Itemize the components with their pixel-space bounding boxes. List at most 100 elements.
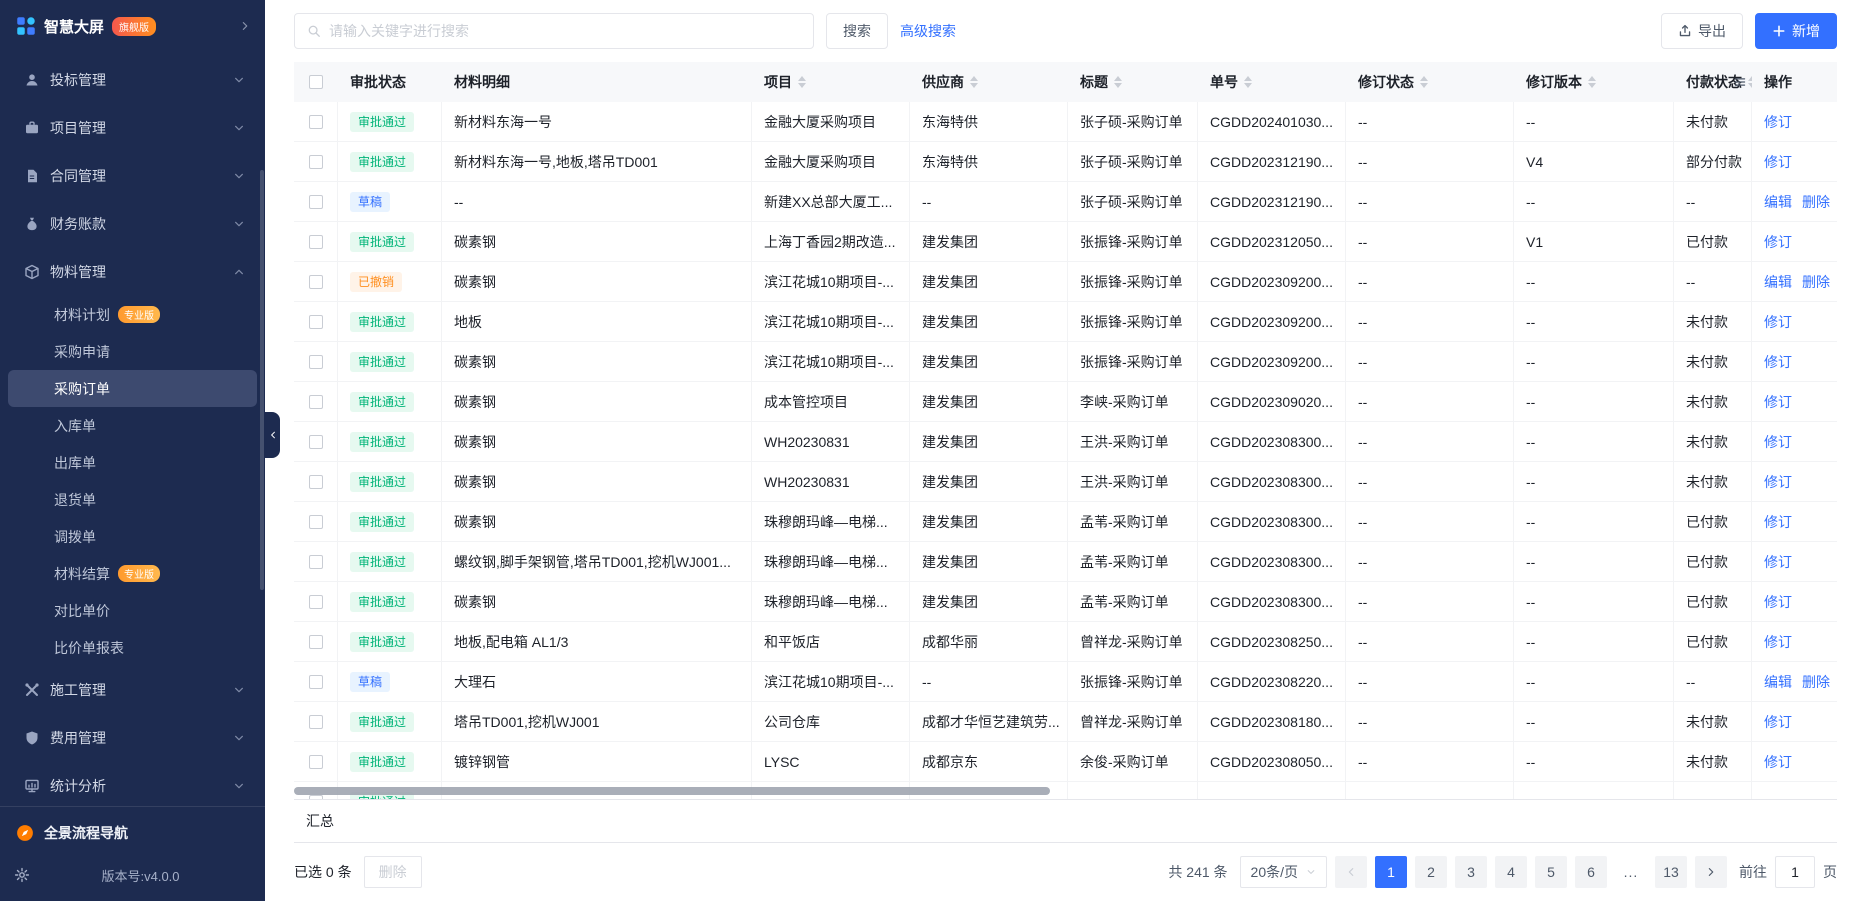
search-input[interactable]: [329, 23, 801, 39]
column-header-supplier[interactable]: 供应商: [910, 62, 1068, 102]
page-button-13[interactable]: 13: [1655, 856, 1687, 888]
action-revise[interactable]: 修订: [1764, 232, 1792, 252]
sort-icons[interactable]: [970, 76, 978, 88]
column-header-project[interactable]: 项目: [752, 62, 910, 102]
column-header-material[interactable]: 材料明细: [442, 62, 752, 102]
sidebar-subitem-入库单[interactable]: 入库单: [8, 407, 257, 444]
action-revise[interactable]: 修订: [1764, 632, 1792, 652]
page-ellipsis[interactable]: ...: [1615, 856, 1647, 888]
sidebar-subitem-退货单[interactable]: 退货单: [8, 481, 257, 518]
column-header-title[interactable]: 标题: [1068, 62, 1198, 102]
sidebar-subitem-材料计划[interactable]: 材料计划 专业版: [8, 296, 257, 333]
action-revise[interactable]: 修订: [1764, 432, 1792, 452]
sidebar-item-bid[interactable]: 投标管理: [8, 56, 257, 104]
column-header-revstat[interactable]: 修订状态: [1346, 62, 1514, 102]
action-revise[interactable]: 修订: [1764, 312, 1792, 332]
action-revise[interactable]: 修订: [1764, 352, 1792, 372]
row-checkbox[interactable]: [309, 675, 323, 689]
sort-icons[interactable]: [1114, 76, 1122, 88]
column-header-status[interactable]: 审批状态: [338, 62, 442, 102]
row-checkbox[interactable]: [309, 715, 323, 729]
row-checkbox[interactable]: [309, 115, 323, 129]
column-header-revver[interactable]: 修订版本: [1514, 62, 1674, 102]
sort-icons[interactable]: [1588, 76, 1596, 88]
row-checkbox[interactable]: [309, 515, 323, 529]
sidebar-item-stats[interactable]: 统计分析: [8, 762, 257, 806]
page-button-5[interactable]: 5: [1535, 856, 1567, 888]
delete-button[interactable]: 删除: [364, 856, 422, 888]
column-header-order[interactable]: 单号: [1198, 62, 1346, 102]
page-button-6[interactable]: 6: [1575, 856, 1607, 888]
goto-page-input[interactable]: [1775, 856, 1815, 888]
action-edit[interactable]: 编辑: [1764, 192, 1792, 212]
page-button-2[interactable]: 2: [1415, 856, 1447, 888]
action-revise[interactable]: 修订: [1764, 112, 1792, 132]
row-checkbox[interactable]: [309, 235, 323, 249]
sidebar-subitem-比价单报表[interactable]: 比价单报表: [8, 629, 257, 666]
action-delete[interactable]: 删除: [1802, 192, 1830, 212]
sidebar-subitem-材料结算[interactable]: 材料结算 专业版: [8, 555, 257, 592]
row-checkbox[interactable]: [309, 475, 323, 489]
page-size-select[interactable]: 20条/页: [1240, 856, 1327, 888]
row-checkbox[interactable]: [309, 595, 323, 609]
sidebar-item-panorama-nav[interactable]: 全景流程导航: [0, 811, 265, 855]
gear-icon[interactable]: [14, 867, 30, 883]
sidebar-item-finance[interactable]: 财务账款: [8, 200, 257, 248]
sidebar-scrollbar[interactable]: [260, 170, 264, 590]
sidebar-subitem-出库单[interactable]: 出库单: [8, 444, 257, 481]
row-checkbox[interactable]: [309, 795, 323, 800]
row-checkbox[interactable]: [309, 395, 323, 409]
sidebar-collapse-handle[interactable]: [265, 412, 280, 458]
column-header-ops[interactable]: 操作: [1752, 62, 1837, 102]
row-checkbox[interactable]: [309, 435, 323, 449]
row-checkbox[interactable]: [309, 755, 323, 769]
sort-icons[interactable]: [1244, 76, 1252, 88]
row-checkbox[interactable]: [309, 555, 323, 569]
sidebar-item-expense[interactable]: 费用管理: [8, 714, 257, 762]
add-button[interactable]: 新增: [1755, 13, 1837, 49]
search-button[interactable]: 搜索: [826, 13, 888, 49]
chevron-right-icon[interactable]: [239, 20, 251, 32]
sidebar-item-project[interactable]: 项目管理: [8, 104, 257, 152]
action-delete[interactable]: 删除: [1802, 672, 1830, 692]
action-revise[interactable]: 修订: [1764, 392, 1792, 412]
sidebar-subitem-调拨单[interactable]: 调拨单: [8, 518, 257, 555]
action-revise[interactable]: 修订: [1764, 592, 1792, 612]
page-button-3[interactable]: 3: [1455, 856, 1487, 888]
action-revise[interactable]: 修订: [1764, 712, 1792, 732]
page-button-active[interactable]: 1: [1375, 856, 1407, 888]
prev-page-button[interactable]: [1335, 856, 1367, 888]
cell-title: 孟苇-采购订单: [1068, 542, 1198, 581]
next-page-button[interactable]: [1695, 856, 1727, 888]
action-revise[interactable]: 修订: [1764, 152, 1792, 172]
sort-icons[interactable]: [1420, 76, 1428, 88]
export-button[interactable]: 导出: [1661, 13, 1743, 49]
sidebar-item-construction[interactable]: 施工管理: [8, 666, 257, 714]
page-button-4[interactable]: 4: [1495, 856, 1527, 888]
row-checkbox[interactable]: [309, 275, 323, 289]
row-checkbox[interactable]: [309, 355, 323, 369]
row-checkbox[interactable]: [309, 195, 323, 209]
row-checkbox[interactable]: [309, 315, 323, 329]
row-checkbox[interactable]: [309, 635, 323, 649]
action-revise[interactable]: 修订: [1764, 472, 1792, 492]
action-revise[interactable]: 修订: [1764, 752, 1792, 772]
sort-icons[interactable]: [798, 76, 806, 88]
column-settings-icon[interactable]: [1733, 75, 1747, 89]
action-edit[interactable]: 编辑: [1764, 272, 1792, 292]
sidebar-subitem-对比单价[interactable]: 对比单价: [8, 592, 257, 629]
advanced-search-link[interactable]: 高级搜索: [900, 21, 956, 41]
sidebar-subitem-采购申请[interactable]: 采购申请: [8, 333, 257, 370]
action-revise[interactable]: 修订: [1764, 512, 1792, 532]
sidebar-item-material[interactable]: 物料管理: [8, 248, 257, 296]
horizontal-scrollbar[interactable]: [294, 787, 1050, 795]
sidebar-item-contract[interactable]: 合同管理: [8, 152, 257, 200]
app-logo[interactable]: 智慧大屏 旗舰版: [0, 0, 265, 52]
cell-title: 张振锋-采购订单: [1068, 342, 1198, 381]
sidebar-subitem-采购订单[interactable]: 采购订单: [8, 370, 257, 407]
select-all-checkbox[interactable]: [309, 75, 323, 89]
action-edit[interactable]: 编辑: [1764, 672, 1792, 692]
action-revise[interactable]: 修订: [1764, 552, 1792, 572]
action-delete[interactable]: 删除: [1802, 272, 1830, 292]
row-checkbox[interactable]: [309, 155, 323, 169]
